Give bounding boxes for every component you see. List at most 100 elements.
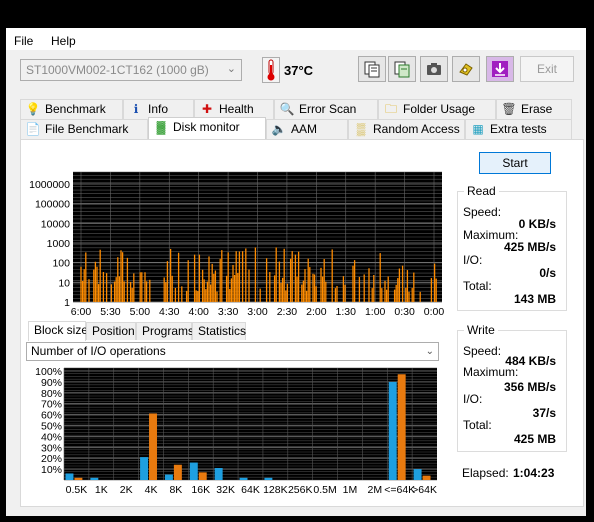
x-tick-label: 3:00 — [247, 306, 268, 318]
menu-help[interactable]: Help — [51, 34, 76, 48]
info-icon: ℹ — [133, 102, 139, 116]
subtab-programs[interactable]: Programs — [136, 322, 194, 340]
bar-series-1 — [140, 457, 149, 480]
write-group: Write Speed: 484 KB/s Maximum: 356 MB/s … — [457, 323, 567, 452]
tab-error-scan[interactable]: 🔍 Error Scan — [274, 99, 378, 119]
save-button[interactable] — [486, 56, 514, 82]
x-tick-label: 32K — [216, 484, 235, 496]
tab-label: Erase — [521, 102, 553, 116]
x-tick-label: 4K — [145, 484, 158, 496]
bar-series-2 — [149, 413, 157, 480]
x-tick-label: <=64K — [384, 484, 415, 496]
x-tick-label: 1:30 — [336, 306, 357, 318]
copy-text-icon — [364, 61, 380, 78]
block-size-chart: 100%90%80%70%60%50%40%30%20%10%0.5K 1K 2K 4… — [35, 366, 437, 496]
x-tick-label: 0:00 — [424, 306, 444, 318]
bar-series-2 — [397, 374, 406, 480]
tab-label: Info — [148, 102, 169, 116]
screenshot-button[interactable] — [420, 56, 448, 82]
tab-label: Random Access — [373, 122, 460, 136]
tab-health[interactable]: ✚ Health — [194, 99, 274, 119]
read-speed-value: 0 KB/s — [518, 217, 556, 231]
copy-all-icon — [394, 61, 410, 78]
tab-label: Folder Usage — [403, 102, 476, 116]
thermometer-icon — [262, 57, 280, 83]
copy-all-button[interactable] — [388, 56, 416, 82]
x-tick-label: 3:30 — [218, 306, 239, 318]
drive-select[interactable]: ST1000VM002-1CT162 (1000 gB) ⌄ — [20, 59, 242, 81]
tab-label: Health — [219, 102, 254, 116]
tab-label: Error Scan — [299, 102, 357, 116]
x-tick-label: 64K — [241, 484, 260, 496]
toolbar: ST1000VM002-1CT162 (1000 gB) ⌄ 37°C Exit — [6, 50, 586, 94]
tab-file-benchmark[interactable]: 📄 File Benchmark — [20, 119, 148, 139]
read-speed-label: Speed: — [463, 205, 502, 219]
tab-disk-monitor[interactable]: ▓ Disk monitor — [148, 117, 266, 139]
bar-series-1 — [388, 381, 397, 480]
start-button[interactable]: Start — [479, 152, 551, 174]
subtab-block-size[interactable]: Block size — [28, 321, 88, 341]
tab-label: Benchmark — [45, 102, 106, 116]
elapsed-label: Elapsed: — [462, 466, 509, 480]
x-tick-label: 256K — [288, 484, 313, 496]
x-tick-label: 1K — [95, 484, 108, 496]
x-tick-label: 0.5K — [66, 484, 88, 496]
x-tick-label: 2M — [368, 484, 383, 496]
bar-series-1 — [90, 477, 99, 480]
file-benchmark-icon: 📄 — [25, 122, 41, 136]
x-tick-label: 1:00 — [365, 306, 386, 318]
benchmark-icon: 💡 — [25, 102, 41, 116]
save-icon — [492, 61, 508, 77]
bar-series-2 — [173, 464, 182, 480]
options-button[interactable] — [452, 56, 480, 82]
write-speed-label: Speed: — [463, 344, 502, 358]
menu-file[interactable]: File — [14, 34, 33, 48]
x-tick-label: 2:00 — [306, 306, 327, 318]
write-title: Write — [464, 323, 498, 337]
random-access-icon: ▒ — [356, 122, 366, 136]
x-tick-label: 2:30 — [277, 306, 298, 318]
metric-select[interactable]: Number of I/O operations ⌄ — [26, 342, 439, 361]
y-tick-label: 100 — [52, 258, 70, 270]
x-tick-label: 0.5M — [313, 484, 336, 496]
y-tick-label: 1000000 — [29, 179, 70, 191]
read-group: Read Speed: 0 KB/s Maximum: 425 MB/s I/O… — [457, 184, 567, 311]
chevron-down-icon: ⌄ — [425, 346, 434, 357]
subtab-statistics[interactable]: Statistics — [192, 322, 246, 340]
y-tick-label: 10% — [41, 464, 62, 476]
tab-random-access[interactable]: ▒ Random Access — [348, 119, 465, 139]
bar-series-2 — [422, 475, 431, 480]
x-tick-label: 8K — [169, 484, 182, 496]
tab-erase[interactable]: 🗑 Erase — [496, 99, 572, 119]
y-tick-label: 10000 — [41, 218, 70, 230]
subtab-position[interactable]: Position — [86, 322, 136, 340]
tab-folder-usage[interactable]: 🗀 Folder Usage — [378, 99, 496, 119]
bar-series-2 — [74, 477, 83, 480]
speaker-icon: 🔈 — [271, 122, 287, 136]
bar-series-1 — [413, 469, 422, 480]
tab-info[interactable]: ℹ Info — [123, 99, 194, 119]
x-tick-label: 5:00 — [130, 306, 151, 318]
x-tick-label: 128K — [263, 484, 288, 496]
x-tick-label: 4:30 — [159, 306, 180, 318]
tab-label: Extra tests — [490, 122, 547, 136]
x-tick-label: 16K — [191, 484, 210, 496]
screenshot-icon — [427, 63, 441, 75]
erase-icon: 🗑 — [501, 102, 517, 116]
y-tick-label: 10 — [58, 277, 70, 289]
tab-extra-tests[interactable]: ▦ Extra tests — [465, 119, 572, 139]
tab-benchmark[interactable]: 💡 Benchmark — [20, 99, 123, 119]
y-tick-label: 1 — [64, 297, 70, 309]
read-title: Read — [464, 184, 499, 198]
drive-select-value: ST1000VM002-1CT162 (1000 gB) — [26, 63, 209, 77]
bar-series-1 — [214, 468, 223, 480]
copy-text-button[interactable] — [358, 56, 386, 82]
write-total-label: Total: — [463, 418, 492, 432]
exit-button[interactable]: Exit — [520, 56, 574, 82]
extra-tests-icon: ▦ — [472, 122, 484, 136]
x-tick-label: 6:00 — [71, 306, 92, 318]
tab-aam[interactable]: 🔈 AAM — [266, 119, 348, 139]
chevron-down-icon: ⌄ — [226, 63, 236, 75]
y-tick-label: 1000 — [47, 238, 71, 250]
y-tick-label: 100000 — [35, 199, 70, 211]
